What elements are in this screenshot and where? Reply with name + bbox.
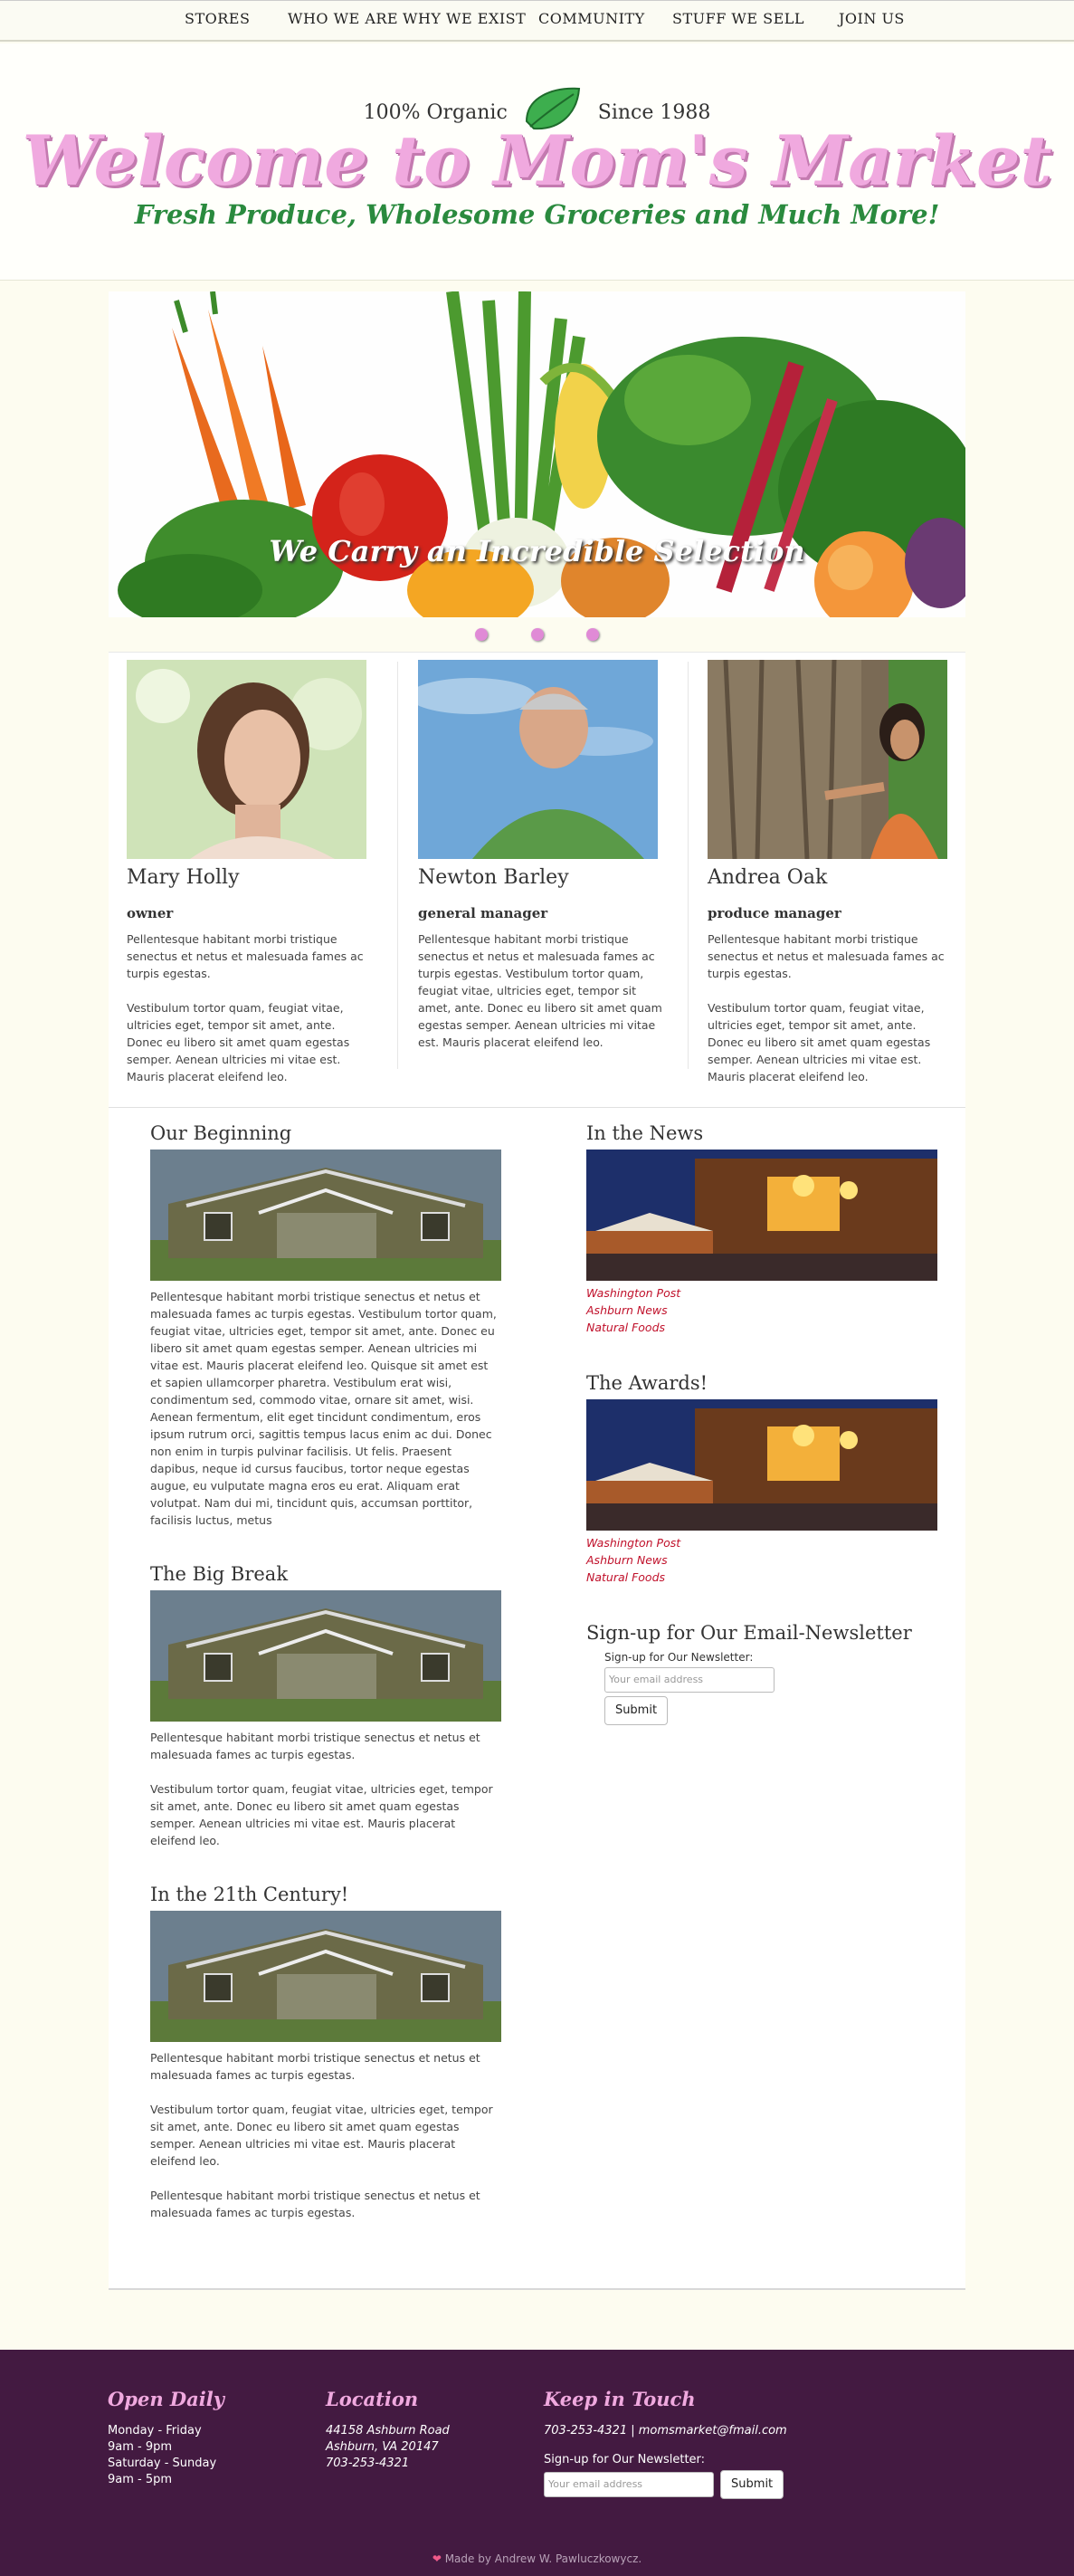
staff-role: general manager [418, 905, 548, 921]
news-link[interactable]: Natural Foods [586, 1319, 937, 1336]
hours-line: 9am - 9pm [108, 2440, 173, 2454]
footer-signup-form: Your email address Submit [544, 2470, 787, 2499]
award-link[interactable]: Washington Post [586, 1534, 937, 1551]
phone-line: 703-253-4321 [326, 2457, 410, 2470]
staff-section: Mary Holly owner Pellentesque habitant m… [109, 652, 965, 1108]
news-links: Washington Post Ashburn News Natural Foo… [586, 1284, 937, 1336]
top-nav: STORES WHO WE ARE WHY WE EXIST COMMUNITY… [0, 0, 1074, 42]
main-content: Our Beginning Pellentesque habitant morb… [109, 1108, 965, 2290]
news-link[interactable]: Washington Post [586, 1284, 937, 1302]
hours-line: Monday - Friday [108, 2424, 202, 2438]
store-photo [150, 1590, 501, 1722]
footer: Open Daily Monday - Friday 9am - 9pm Sat… [0, 2350, 1074, 2576]
staff-card: Newton Barley general manager Pellentesq… [409, 660, 662, 1051]
hours-line: Saturday - Sunday [108, 2457, 217, 2470]
staff-photo [409, 660, 658, 859]
footer-location: Location 44158 Ashburn Road Ashburn, VA … [326, 2388, 450, 2472]
produce-image [109, 291, 965, 617]
staff-bio: Pellentesque habitant morbi tristique se… [708, 932, 945, 980]
street-photo [586, 1150, 937, 1281]
staff-name: Newton Barley [418, 866, 569, 889]
footer-heading: Location [326, 2388, 419, 2410]
contact-line: 703-253-4321 | momsmarket@fmail.com [544, 2424, 787, 2438]
email-field[interactable]: Your email address [604, 1667, 775, 1693]
staff-bio: Pellentesque habitant morbi tristique se… [127, 932, 364, 980]
staff-photo [127, 660, 366, 859]
nav-community[interactable]: COMMUNITY [538, 10, 645, 27]
staff-bio: Vestibulum tortor quam, feugiat vitae, u… [708, 1001, 931, 1083]
footer-contact: Keep in Touch 703-253-4321 | momsmarket@… [544, 2388, 787, 2499]
street-photo [586, 1399, 937, 1531]
section-text: Pellentesque habitant morbi tristique se… [150, 2051, 480, 2082]
news-column: In the News Washington Post Ashburn News… [586, 1122, 937, 1725]
address-line: Ashburn, VA 20147 [326, 2440, 439, 2454]
nav-stuff-we-sell[interactable]: STUFF WE SELL [672, 10, 804, 27]
store-photo [150, 1911, 501, 2042]
section-title: The Awards! [586, 1372, 708, 1394]
section-title: Our Beginning [150, 1122, 292, 1144]
staff-role: produce manager [708, 905, 841, 921]
banner-caption: We Carry an Incredible Selection [269, 534, 805, 568]
site-tagline: Fresh Produce, Wholesome Groceries and M… [134, 199, 940, 230]
staff-bio: Pellentesque habitant morbi tristique se… [418, 932, 662, 1049]
nav-why-we-exist[interactable]: WHY WE EXIST [403, 10, 526, 27]
staff-card: Andrea Oak produce manager Pellentesque … [708, 659, 952, 1085]
slider-dots [0, 627, 1074, 644]
section-text: Pellentesque habitant morbi tristique se… [150, 1290, 497, 1527]
header: 100% Organic Since 1988 Welcome to Mom's… [0, 43, 1074, 281]
section-title: The Big Break [150, 1563, 289, 1585]
footer-submit-button[interactable]: Submit [720, 2470, 784, 2499]
footer-signup-label: Sign-up for Our Newsletter: [544, 2453, 706, 2466]
staff-name: Andrea Oak [708, 866, 828, 889]
news-link[interactable]: Ashburn News [586, 1302, 937, 1319]
produce-banner: We Carry an Incredible Selection [109, 291, 965, 617]
signup-form: Sign-up for Our Newsletter: Your email a… [604, 1651, 937, 1725]
slide-dot-3[interactable] [585, 628, 599, 641]
credit-text: Made by Andrew W. Pawluczkowycz. [444, 2552, 642, 2565]
nav-stores[interactable]: STORES [185, 10, 250, 27]
section-text: Pellentesque habitant morbi tristique se… [150, 1731, 480, 1761]
nav-who-we-are[interactable]: WHO WE ARE [288, 10, 398, 27]
nav-join-us[interactable]: JOIN US [839, 10, 905, 27]
section-title: In the 21th Century! [150, 1884, 349, 1905]
divider [688, 662, 689, 1069]
heart-icon: ❤ [432, 2552, 442, 2565]
footer-heading: Keep in Touch [544, 2388, 696, 2410]
hours-line: 9am - 5pm [108, 2473, 173, 2486]
signup-title: Sign-up for Our Email-Newsletter [586, 1622, 912, 1644]
credit: ❤ Made by Andrew W. Pawluczkowycz. [0, 2552, 1074, 2565]
section-text: Pellentesque habitant morbi tristique se… [150, 2189, 480, 2219]
footer-hours: Open Daily Monday - Friday 9am - 9pm Sat… [108, 2388, 224, 2488]
slide-dot-1[interactable] [475, 628, 489, 641]
section-text: Vestibulum tortor quam, feugiat vitae, u… [150, 1782, 493, 1847]
section-title: In the News [586, 1122, 704, 1144]
divider [397, 662, 398, 1069]
site-title: Welcome to Mom's Market [22, 120, 1052, 201]
signup-label: Sign-up for Our Newsletter: [604, 1651, 754, 1664]
submit-button[interactable]: Submit [604, 1696, 668, 1725]
history-column: Our Beginning Pellentesque habitant morb… [150, 1122, 501, 2221]
staff-photo [708, 659, 947, 860]
slide-dot-2[interactable] [530, 628, 544, 641]
address-line: 44158 Ashburn Road [326, 2424, 450, 2438]
staff-bio: Vestibulum tortor quam, feugiat vitae, u… [127, 1001, 350, 1083]
staff-card: Mary Holly owner Pellentesque habitant m… [127, 660, 371, 1085]
footer-email-field[interactable]: Your email address [544, 2472, 714, 2497]
award-link[interactable]: Ashburn News [586, 1551, 937, 1569]
section-text: Vestibulum tortor quam, feugiat vitae, u… [150, 2103, 493, 2168]
store-photo [150, 1150, 501, 1281]
staff-role: owner [127, 905, 174, 921]
awards-links: Washington Post Ashburn News Natural Foo… [586, 1534, 937, 1586]
footer-heading: Open Daily [108, 2388, 224, 2410]
award-link[interactable]: Natural Foods [586, 1569, 937, 1586]
staff-name: Mary Holly [127, 866, 240, 889]
